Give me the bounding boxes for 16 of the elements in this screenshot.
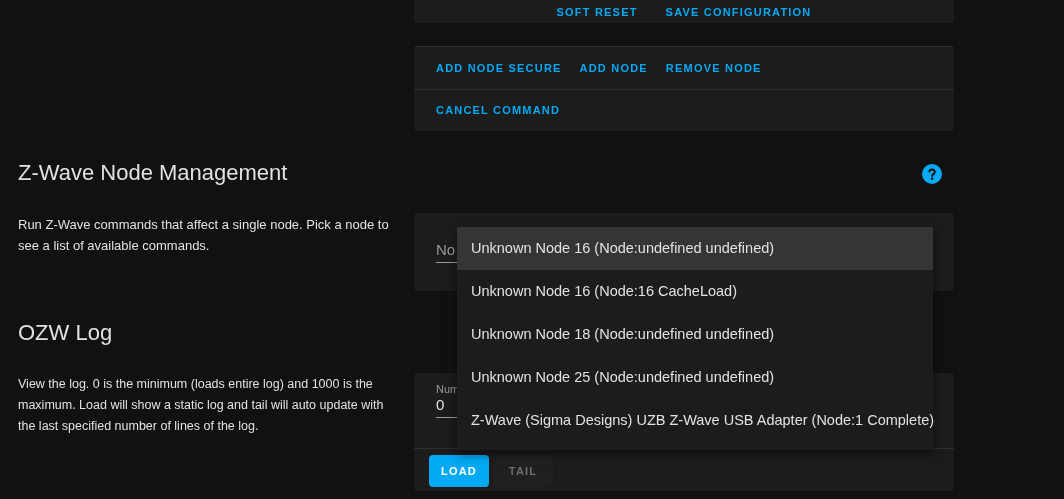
text-button[interactable]: SAVE CONFIGURATION xyxy=(657,0,820,25)
text-button[interactable]: ADD NODE SECURE xyxy=(428,55,570,81)
menu-item[interactable]: Unknown Node 18 (Node:undefined undefined) xyxy=(457,313,933,356)
menu-item[interactable]: Unknown Node 16 (Node:16 CacheLoad) xyxy=(457,270,933,313)
text-button[interactable]: REMOVE NODE xyxy=(657,55,770,81)
menu-item[interactable]: Unknown Node 25 (Node:undefined undefined) xyxy=(457,356,933,399)
text-button[interactable]: CANCEL COMMAND xyxy=(428,98,569,123)
menu-item[interactable]: Z-Wave (Sigma Designs) UZB Z-Wave USB Adapter (Node:1 Complete) xyxy=(457,399,933,442)
section-title: OZW Log xyxy=(18,318,113,347)
text-button[interactable]: SOFT RESET xyxy=(548,0,646,25)
menu-item[interactable]: Unknown Node 16 (Node:undefined undefined) xyxy=(457,227,933,270)
section-description: View the log. 0 is the minimum (loads entire log) and 1000 is the maximum. Load will show a static log and tail will auto update with the last specified number of lines of the log. xyxy=(18,376,385,435)
section-title: Z-Wave Node Management xyxy=(18,158,288,187)
text-button[interactable]: ADD NODE xyxy=(571,55,656,81)
help-icon[interactable] xyxy=(922,164,942,184)
section-description: Run Z-Wave commands that affect a single node. Pick a node to see a list of available commands. xyxy=(18,216,390,255)
